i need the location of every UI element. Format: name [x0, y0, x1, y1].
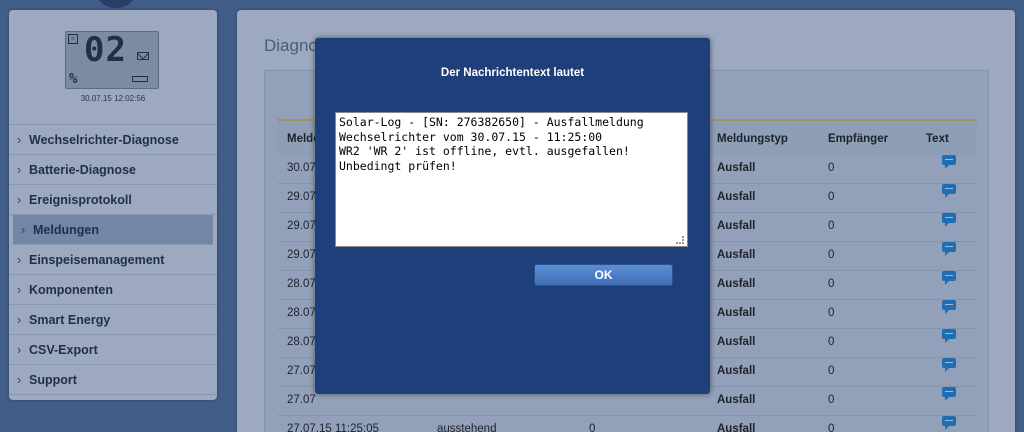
dialog-title: Der Nachrichtentext lautet	[440, 67, 585, 79]
message-textarea[interactable]	[335, 112, 688, 247]
resize-grip-icon[interactable]	[676, 236, 684, 244]
ok-button[interactable]: OK	[534, 264, 673, 286]
message-dialog: Der Nachrichtentext lautet OK	[315, 38, 710, 394]
